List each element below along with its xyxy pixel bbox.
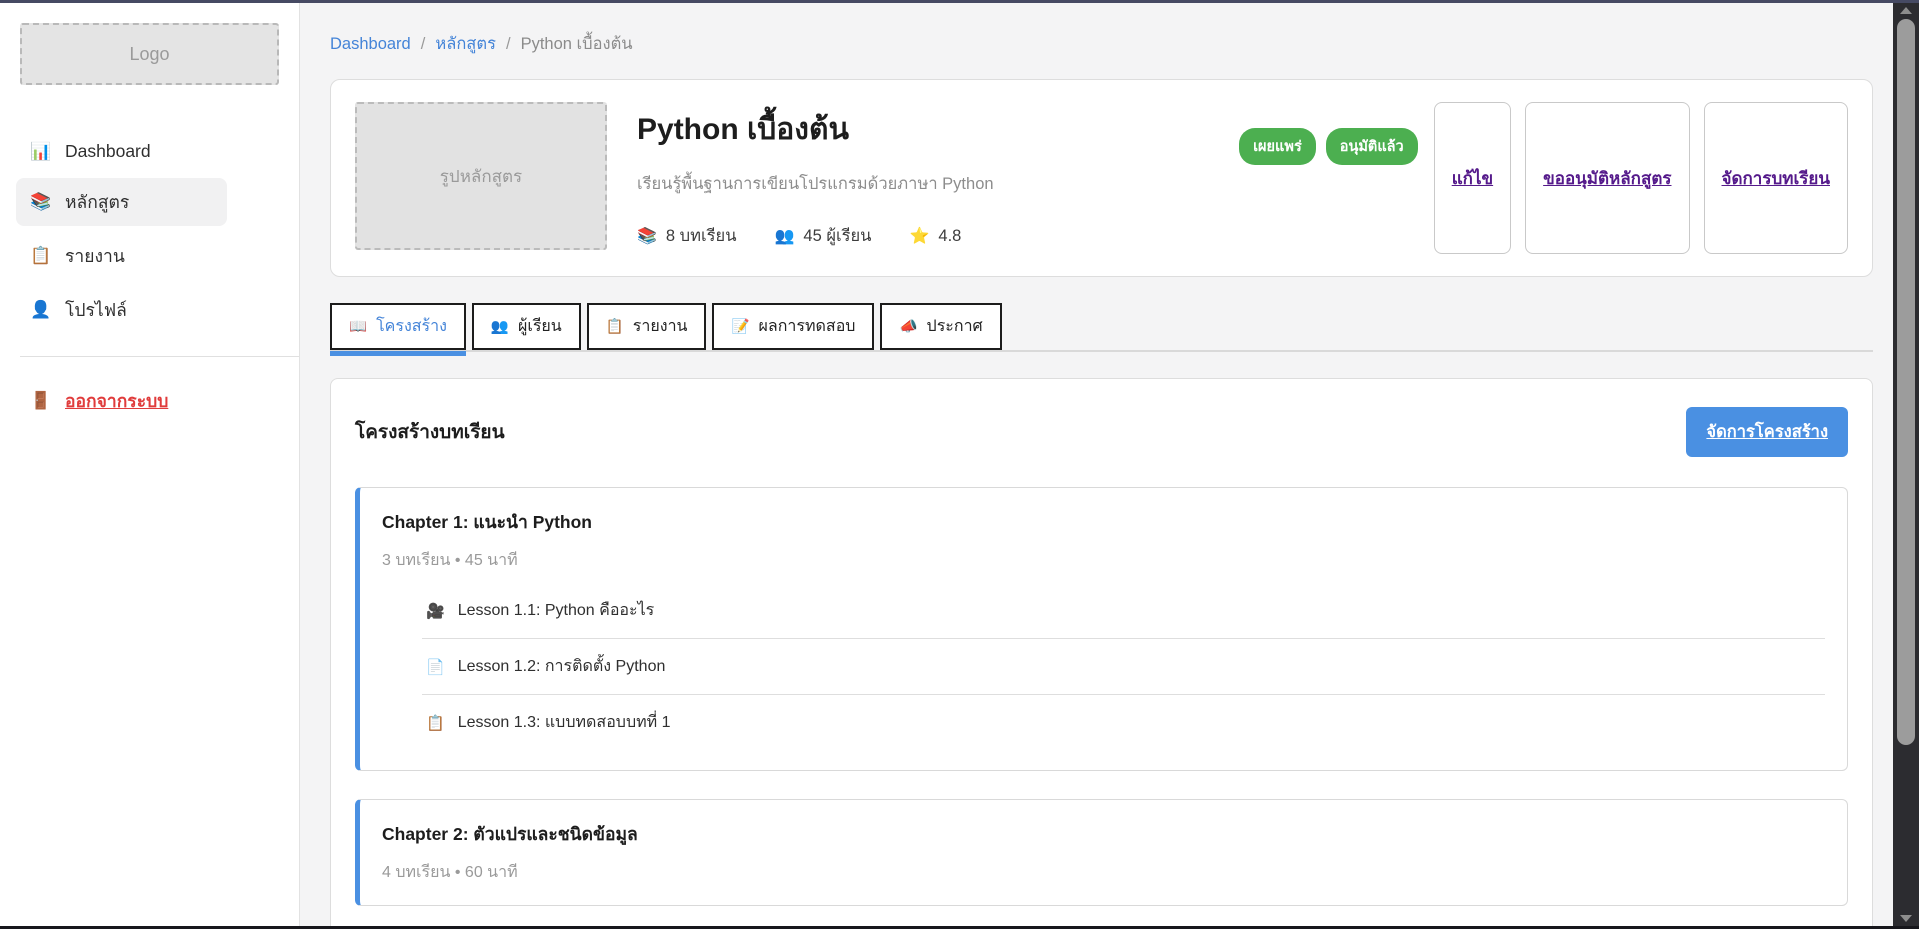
breadcrumb: Dashboard / หลักสูตร / Python เบื้องต้น — [330, 31, 1873, 57]
manage-lessons-link[interactable]: จัดการบทเรียน — [1722, 165, 1831, 192]
breadcrumb-current: Python เบื้องต้น — [521, 31, 633, 57]
lesson-list: 🎥 Lesson 1.1: Python คืออะไร 📄 Lesson 1.… — [422, 583, 1825, 750]
lesson-title: Lesson 1.1: Python คืออะไร — [458, 598, 655, 623]
course-info: Python เบื้องต้น เรียนรู้พื้นฐานการเขียน… — [607, 102, 1239, 249]
sidebar-item-label: โปรไฟล์ — [65, 296, 127, 324]
sidebar-item-dashboard[interactable]: 📊 Dashboard — [16, 131, 227, 172]
tab-test-results-label: ผลการทดสอบ — [759, 314, 856, 339]
books-icon: 📚 — [637, 226, 657, 246]
stat-students: 👥 45 ผู้เรียน — [774, 223, 871, 249]
structure-panel-header: โครงสร้างบทเรียน จัดการโครงสร้าง — [355, 407, 1848, 457]
course-header-card: รูปหลักสูตร Python เบื้องต้น เรียนรู้พื้… — [330, 79, 1873, 277]
breadcrumb-separator: / — [421, 35, 426, 54]
tab-reports[interactable]: 📋 รายงาน — [587, 303, 707, 350]
stat-lessons-value: 8 บทเรียน — [666, 223, 737, 249]
request-approval-button[interactable]: ขออนุมัติหลักสูตร — [1525, 102, 1689, 254]
lesson-title: Lesson 1.3: แบบทดสอบบทที่ 1 — [458, 710, 671, 735]
tab-test-results[interactable]: 📝 ผลการทดสอบ — [712, 303, 874, 350]
books-icon: 📚 — [30, 192, 52, 212]
people-icon: 👥 — [491, 318, 509, 335]
tab-announcements-label: ประกาศ — [927, 314, 983, 339]
lesson-title: Lesson 1.2: การติดตั้ง Python — [458, 654, 666, 679]
structure-heading: โครงสร้างบทเรียน — [355, 417, 505, 447]
manage-structure-button[interactable]: จัดการโครงสร้าง — [1686, 407, 1848, 457]
scrollbar[interactable] — [1893, 3, 1919, 926]
status-badge-approved: อนุมัติแล้ว — [1326, 128, 1418, 165]
course-tab-bar: 📖 โครงสร้าง 👥 ผู้เรียน 📋 รายงาน 📝 ผลการท… — [330, 303, 1873, 352]
course-description: เรียนรู้พื้นฐานการเขียนโปรแกรมด้วยภาษา P… — [637, 171, 1219, 197]
tab-structure-label: โครงสร้าง — [376, 314, 447, 339]
sidebar-item-label: หลักสูตร — [65, 188, 129, 216]
chapter-meta: 3 บทเรียน • 45 นาที — [382, 548, 1825, 573]
course-image-label: รูปหลักสูตร — [440, 163, 522, 190]
chapter-meta: 4 บทเรียน • 60 นาที — [382, 860, 1825, 885]
sidebar-item-courses[interactable]: 📚 หลักสูตร — [16, 178, 227, 226]
chapter-title: Chapter 2: ตัวแปรและชนิดข้อมูล — [382, 820, 1825, 848]
logout-button[interactable]: 🚪 ออกจากระบบ — [30, 387, 299, 415]
stat-rating: ⭐ 4.8 — [909, 226, 961, 246]
logo-placeholder: Logo — [20, 23, 279, 85]
tab-structure[interactable]: 📖 โครงสร้าง — [330, 303, 466, 350]
logo-label: Logo — [129, 44, 169, 65]
tab-announcements[interactable]: 📣 ประกาศ — [880, 303, 1001, 350]
sidebar-item-reports[interactable]: 📋 รายงาน — [16, 232, 227, 280]
open-book-icon: 📖 — [349, 318, 367, 335]
document-icon: 📄 — [426, 658, 445, 676]
lesson-row-1-3[interactable]: 📋 Lesson 1.3: แบบทดสอบบทที่ 1 — [422, 694, 1825, 750]
sidebar-item-label: รายงาน — [65, 242, 125, 270]
course-image-placeholder: รูปหลักสูตร — [355, 102, 607, 250]
lesson-row-1-1[interactable]: 🎥 Lesson 1.1: Python คืออะไร — [422, 583, 1825, 638]
stat-rating-value: 4.8 — [938, 227, 961, 246]
main-content: Dashboard / หลักสูตร / Python เบื้องต้น … — [300, 3, 1919, 926]
sidebar-nav: 📊 Dashboard 📚 หลักสูตร 📋 รายงาน 👤 โปรไฟล… — [0, 131, 299, 334]
breadcrumb-link-courses[interactable]: หลักสูตร — [435, 31, 496, 57]
scrollbar-up-arrow-icon[interactable] — [1900, 7, 1912, 14]
memo-icon: 📝 — [731, 318, 749, 335]
tab-reports-label: รายงาน — [633, 314, 688, 339]
clipboard-icon: 📋 — [426, 714, 445, 732]
course-stats: 📚 8 บทเรียน 👥 45 ผู้เรียน ⭐ 4.8 — [637, 223, 1219, 249]
edit-course-button[interactable]: แก้ไข — [1434, 102, 1511, 254]
chapter-title: Chapter 1: แนะนำ Python — [382, 508, 1825, 536]
clipboard-icon: 📋 — [30, 246, 52, 266]
breadcrumb-link-dashboard[interactable]: Dashboard — [330, 35, 411, 54]
sidebar-item-profile[interactable]: 👤 โปรไฟล์ — [16, 286, 227, 334]
stat-students-value: 45 ผู้เรียน — [803, 223, 871, 249]
scrollbar-thumb[interactable] — [1897, 19, 1915, 745]
manage-lessons-button[interactable]: จัดการบทเรียน — [1704, 102, 1849, 254]
star-icon: ⭐ — [909, 226, 929, 246]
bar-chart-icon: 📊 — [30, 142, 52, 162]
sidebar-divider — [20, 356, 299, 357]
sidebar: Logo 📊 Dashboard 📚 หลักสูตร 📋 รายงาน 👤 โ… — [0, 3, 300, 926]
breadcrumb-separator: / — [506, 35, 511, 54]
request-approval-link[interactable]: ขออนุมัติหลักสูตร — [1543, 165, 1671, 192]
chapter-card-2: Chapter 2: ตัวแปรและชนิดข้อมูล 4 บทเรียน… — [355, 799, 1848, 906]
scrollbar-down-arrow-icon[interactable] — [1900, 915, 1912, 922]
people-icon: 👥 — [774, 226, 794, 246]
logout-label: ออกจากระบบ — [65, 387, 168, 415]
megaphone-icon: 📣 — [899, 318, 917, 335]
course-actions: แก้ไข ขออนุมัติหลักสูตร จัดการบทเรียน — [1434, 102, 1848, 254]
chapter-card-1: Chapter 1: แนะนำ Python 3 บทเรียน • 45 น… — [355, 487, 1848, 771]
clipboard-icon: 📋 — [606, 318, 624, 335]
edit-course-link[interactable]: แก้ไข — [1452, 165, 1493, 192]
door-icon: 🚪 — [30, 391, 52, 411]
tab-students-label: ผู้เรียน — [518, 314, 562, 339]
status-badges: เผยแพร่ อนุมัติแล้ว — [1239, 128, 1418, 165]
tab-students[interactable]: 👥 ผู้เรียน — [472, 303, 581, 350]
movie-camera-icon: 🎥 — [426, 602, 445, 620]
sidebar-item-label: Dashboard — [65, 141, 151, 162]
app-layout: Logo 📊 Dashboard 📚 หลักสูตร 📋 รายงาน 👤 โ… — [0, 3, 1919, 926]
structure-panel: โครงสร้างบทเรียน จัดการโครงสร้าง Chapter… — [330, 378, 1873, 926]
person-icon: 👤 — [30, 300, 52, 320]
lesson-row-1-2[interactable]: 📄 Lesson 1.2: การติดตั้ง Python — [422, 638, 1825, 694]
status-badge-published: เผยแพร่ — [1239, 128, 1316, 165]
course-title: Python เบื้องต้น — [637, 106, 1219, 153]
stat-lessons: 📚 8 บทเรียน — [637, 223, 736, 249]
